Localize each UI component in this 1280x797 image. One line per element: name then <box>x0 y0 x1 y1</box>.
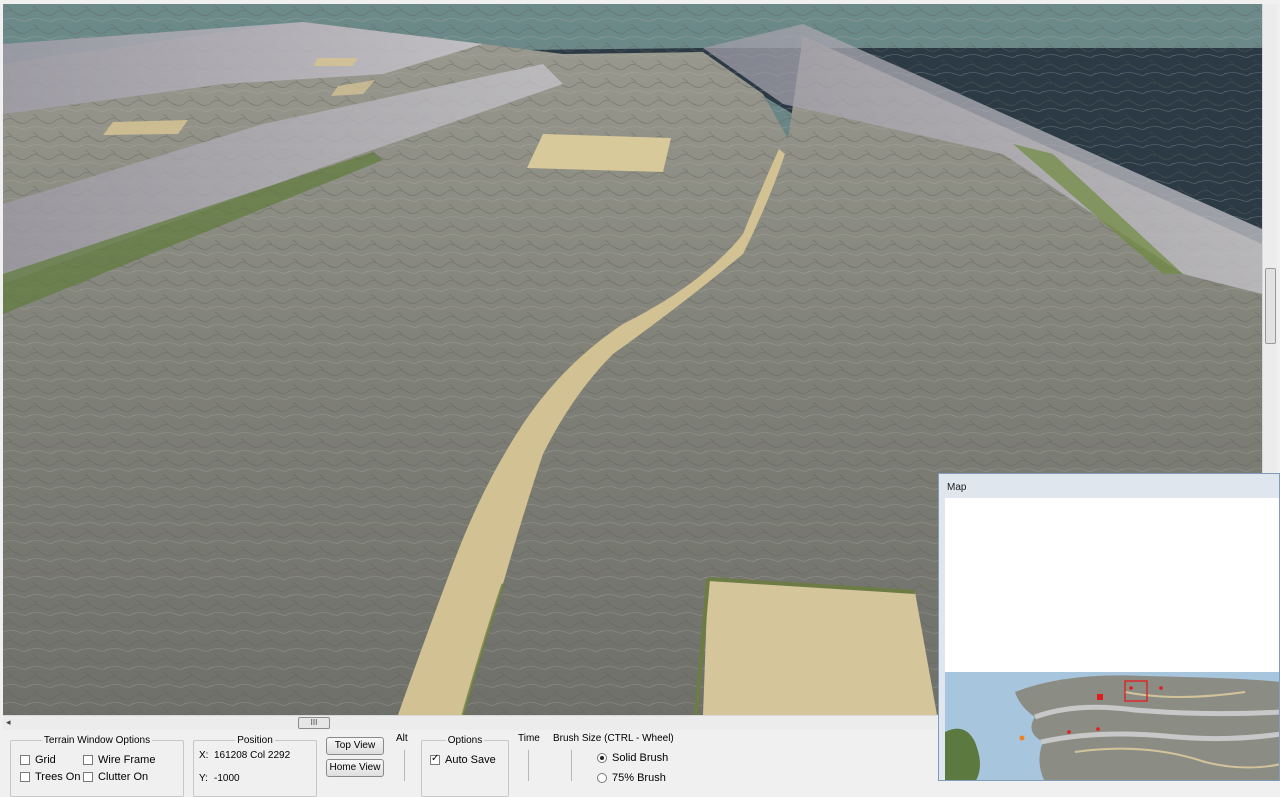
wireframe-checkbox[interactable]: Wire Frame <box>83 754 155 766</box>
auto-save-checkbox-box[interactable] <box>430 753 440 765</box>
options-legend: Options <box>447 735 483 746</box>
horizontal-scroll-thumb[interactable]: III <box>298 717 330 729</box>
solid-brush-radio-dot[interactable] <box>597 753 607 763</box>
position-x-label: X: <box>199 750 209 761</box>
brush-size-label: Brush Size (CTRL - Wheel) <box>553 733 674 744</box>
grid-label: Grid <box>35 754 56 766</box>
alt-slider-track[interactable] <box>404 750 405 781</box>
terrain-options-legend: Terrain Window Options <box>43 735 151 746</box>
vertical-scroll-thumb[interactable] <box>1265 268 1276 344</box>
grid-checkbox-box[interactable] <box>20 755 30 765</box>
solid-brush-label: Solid Brush <box>612 752 669 764</box>
position-y-label: Y: <box>199 773 208 784</box>
time-slider-track[interactable] <box>528 750 529 781</box>
trees-label: Trees On <box>35 771 81 783</box>
wireframe-label: Wire Frame <box>98 754 156 766</box>
viewport-horizontal-scrollbar[interactable]: ◂ III <box>3 715 937 730</box>
position-legend: Position <box>237 735 273 746</box>
position-y-value: -1000 <box>214 773 240 784</box>
position-group: Position <box>193 735 317 797</box>
minimap[interactable] <box>945 672 1280 781</box>
clutter-label: Clutter On <box>98 771 149 783</box>
terrain-window-options-group: Terrain Window Options <box>10 735 184 797</box>
map-window-title[interactable]: Map <box>939 474 1279 498</box>
auto-save-label: Auto Save <box>445 754 496 766</box>
pct-brush-label: 75% Brush <box>612 772 666 784</box>
auto-save-checkbox[interactable]: Auto Save <box>430 753 496 766</box>
alt-label: Alt <box>396 733 408 744</box>
position-x-value: 161208 Col 2292 <box>214 750 291 761</box>
scroll-left-arrow-icon[interactable]: ◂ <box>6 717 11 728</box>
top-view-button[interactable]: Top View <box>326 737 384 755</box>
map-canvas[interactable] <box>945 498 1280 781</box>
wireframe-checkbox-box[interactable] <box>83 755 93 765</box>
pct-brush-radio-dot[interactable] <box>597 773 607 783</box>
solid-brush-radio[interactable]: Solid Brush <box>597 752 668 764</box>
options-group: Options <box>421 735 509 797</box>
home-view-button[interactable]: Home View <box>326 759 384 777</box>
pct-brush-radio[interactable]: 75% Brush <box>597 772 666 784</box>
clutter-checkbox[interactable]: Clutter On <box>83 771 148 783</box>
trees-checkbox[interactable]: Trees On <box>20 771 80 783</box>
control-panel: Terrain Window Options Grid Wire Frame T… <box>0 730 940 797</box>
time-label: Time <box>518 733 540 744</box>
grid-checkbox[interactable]: Grid <box>20 754 56 766</box>
map-window[interactable]: Map <box>938 473 1280 781</box>
brush-size-slider-track[interactable] <box>571 750 572 781</box>
